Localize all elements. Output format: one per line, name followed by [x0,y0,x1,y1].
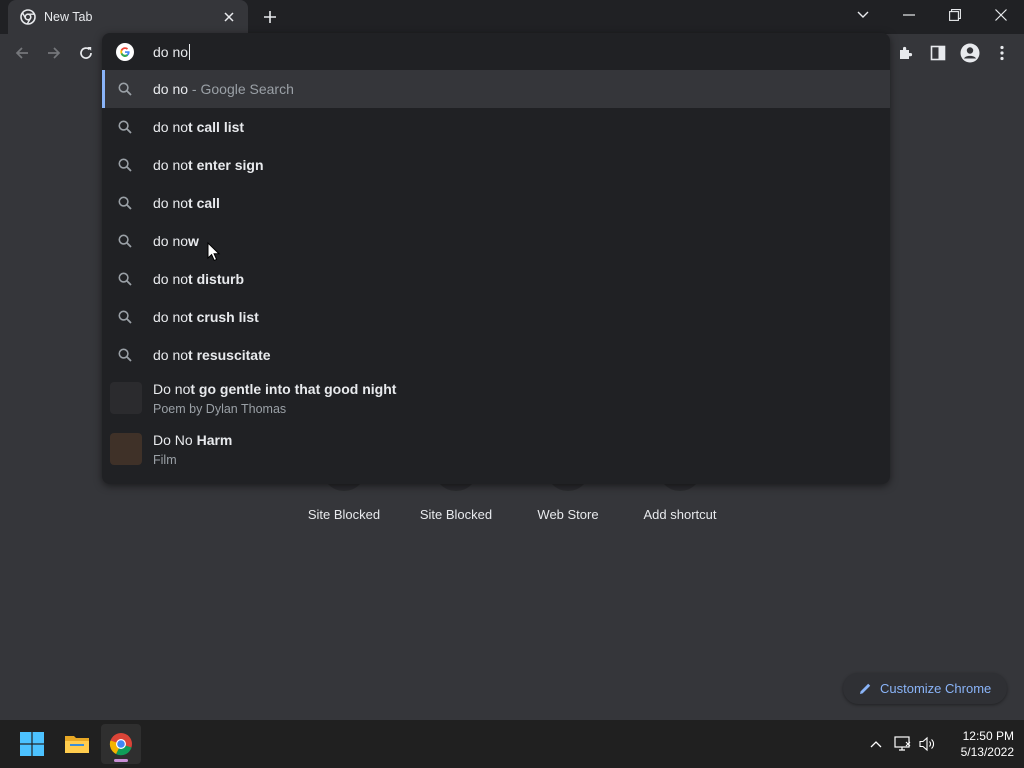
search-icon [118,196,132,210]
back-arrow-icon [15,47,28,59]
search-icon [118,158,132,172]
suggestion-text: do not enter sign [153,157,264,173]
taskbar: 12:50 PM 5/13/2022 [0,720,1024,768]
shortcut-label[interactable]: Add shortcut [624,507,736,522]
title-bar: New Tab [0,0,1024,34]
close-tab-icon[interactable] [220,8,238,26]
reload-icon [80,47,92,59]
suggestion-text: do no - Google Search [153,81,294,97]
close-icon [995,9,1007,21]
suggestion-text: do now [153,233,199,249]
menu-button[interactable] [988,39,1016,67]
reload-button[interactable] [72,39,100,67]
more-vert-icon [1000,45,1004,61]
plus-icon [264,11,276,23]
search-icon [118,348,132,362]
suggestion-text: do not disturb [153,271,245,287]
search-icon [118,120,132,134]
mouse-cursor-icon [207,241,221,262]
shortcut-label[interactable]: Site Blocked [400,507,512,522]
show-hidden-icons-button[interactable] [866,734,886,754]
chrome-taskbar-button[interactable] [101,724,141,764]
tab-new-tab[interactable]: New Tab [8,0,248,34]
suggestion-text: do not crush list [153,309,259,325]
speaker-icon [919,736,934,752]
suggestion-text: do not call [153,195,220,211]
volume-button[interactable] [918,734,938,754]
search-icon [118,82,132,96]
search-icon [118,234,132,248]
customize-label: Customize Chrome [880,681,992,696]
profile-icon [960,43,980,63]
entity-thumbnail [110,433,142,465]
address-bar-input[interactable]: do no [102,33,890,70]
tab-search-button[interactable] [840,0,886,30]
puzzle-icon [900,46,913,59]
new-tab-button[interactable] [258,5,282,29]
entity-suggestion-item[interactable]: Do No Harm Film [102,425,890,476]
suggestion-item[interactable]: do not enter sign [102,146,890,184]
entity-thumbnail [110,382,142,414]
suggestion-item[interactable]: do not crush list [102,298,890,336]
taskbar-clock[interactable]: 12:50 PM 5/13/2022 [944,728,1014,760]
suggestion-text: do not resuscitate [153,347,271,363]
restore-icon [949,9,961,21]
folder-icon [65,736,89,753]
network-icon [894,736,911,751]
address-bar-text: do no [153,44,191,60]
suggestion-text: do not call list [153,119,245,135]
suggestion-item[interactable]: do not call [102,184,890,222]
search-icon [118,310,132,324]
network-button[interactable] [893,734,913,754]
suggestion-item[interactable]: do not resuscitate [102,336,890,374]
chrome-color-icon [109,733,132,756]
chevron-up-icon [870,741,882,748]
forward-arrow-icon [48,47,61,59]
entity-title: Do not go gentle into that good night [153,381,397,397]
customize-chrome-button[interactable]: Customize Chrome [843,673,1007,704]
minimize-icon [903,14,915,16]
clock-time: 12:50 PM [962,729,1014,743]
shortcut-label[interactable]: Web Store [512,507,624,522]
minimize-button[interactable] [886,0,932,30]
forward-button[interactable] [40,39,68,67]
entity-suggestion-item[interactable]: Do not go gentle into that good night Poe… [102,374,890,425]
tab-title: New Tab [44,10,93,24]
start-button[interactable] [12,724,52,764]
profile-button[interactable] [956,39,984,67]
windows-icon [20,732,44,756]
entity-subtitle: Film [153,453,177,467]
entity-title: Do No Harm [153,432,233,448]
file-explorer-button[interactable] [57,724,97,764]
chevron-down-icon [857,11,869,18]
entity-subtitle: Poem by Dylan Thomas [153,402,287,416]
suggestion-item[interactable]: do no - Google Search [102,70,890,108]
pencil-icon [860,683,871,694]
side-panel-button[interactable] [924,39,952,67]
suggestion-item[interactable]: do not call list [102,108,890,146]
side-panel-icon [930,45,946,61]
shortcut-label[interactable]: Site Blocked [288,507,400,522]
text-caret [189,44,191,60]
search-icon [118,272,132,286]
restore-button[interactable] [932,0,978,30]
suggestion-item[interactable]: do not disturb [102,260,890,298]
google-g-icon [116,43,134,61]
active-indicator [114,759,128,762]
extensions-button[interactable] [892,39,920,67]
chrome-icon [20,9,36,25]
back-button[interactable] [8,39,36,67]
close-window-button[interactable] [978,0,1024,30]
clock-date: 5/13/2022 [960,745,1014,759]
